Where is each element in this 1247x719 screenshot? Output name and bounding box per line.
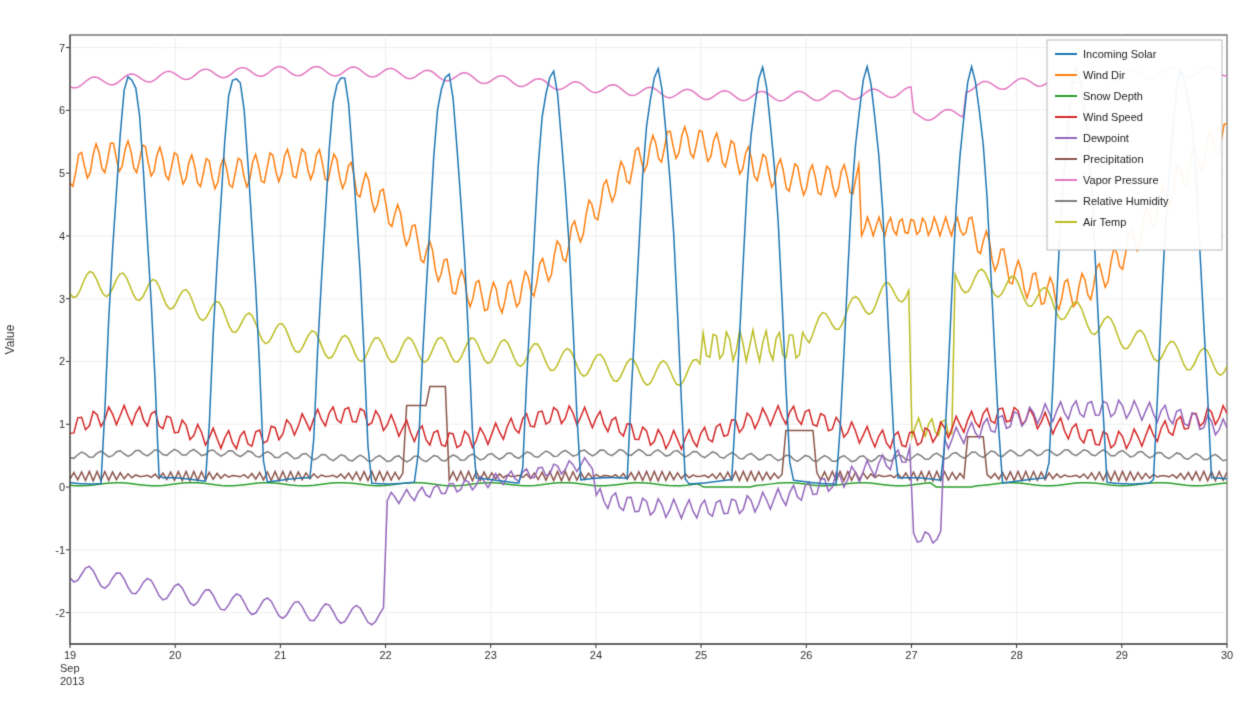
chart-container <box>0 0 1247 719</box>
